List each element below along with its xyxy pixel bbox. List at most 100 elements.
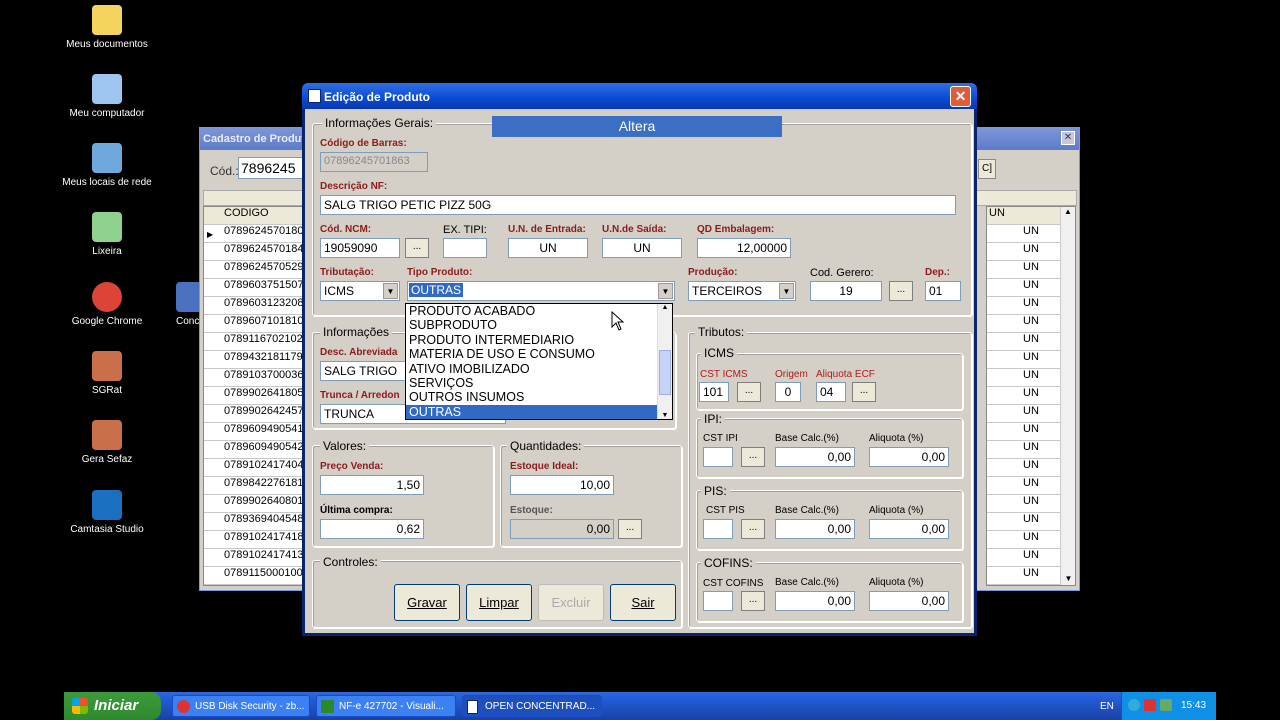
aliquota-ecf-lookup-button[interactable]: ... — [852, 382, 876, 402]
qd-embalagem-field[interactable]: 12,00000 — [697, 238, 791, 258]
table-row[interactable]: 0789902641805 — [204, 387, 302, 405]
desc-abreviada-field[interactable]: SALG TRIGO — [320, 361, 410, 381]
table-row[interactable]: 0789603123208 — [204, 297, 302, 315]
ipi-base-field[interactable]: 0,00 — [775, 447, 855, 467]
producao-select[interactable]: TERCEIROS ▼ — [688, 281, 796, 301]
dropdown-option[interactable]: MATERIA DE USO E CONSUMO — [406, 347, 658, 361]
excluir-button[interactable]: Excluir — [538, 584, 604, 621]
table-row[interactable]: 0789842276181 — [204, 477, 302, 495]
language-indicator[interactable]: EN — [1100, 701, 1114, 712]
cst-ipi-lookup-button[interactable]: ... — [741, 447, 765, 467]
table-row[interactable]: 0789102417413 — [204, 549, 302, 567]
estoque-lookup-button[interactable]: ... — [618, 519, 642, 539]
bg-grid-codes[interactable]: CODIGO ▶ 0789624570180 0789624570184 078962… — [203, 206, 303, 586]
cofins-base-field[interactable]: 0,00 — [775, 591, 855, 611]
table-row[interactable]: 0789624570180 — [204, 225, 302, 243]
dropdown-option[interactable]: OUTROS INSUMOS — [406, 390, 658, 404]
bg-scrollbar[interactable]: ▲ ▼ — [1060, 207, 1075, 585]
scroll-down-icon[interactable]: ▼ — [1061, 574, 1076, 583]
table-row[interactable]: 0789902642457 — [204, 405, 302, 423]
desktop-icon-meus-documentos[interactable]: Meus documentos — [62, 5, 152, 50]
task-usb-disk-security[interactable]: USB Disk Security - zb... — [172, 695, 310, 717]
bg-bracket-button[interactable]: C] — [978, 159, 996, 179]
task-nfe-viewer[interactable]: NF-e 427702 - Visuali... — [316, 695, 456, 717]
tipo-produto-select[interactable]: OUTRAS ▼ — [407, 281, 675, 301]
origem-field[interactable]: 0 — [775, 382, 801, 402]
cst-cofins-field[interactable] — [703, 591, 733, 611]
scroll-up-icon[interactable]: ▲ — [658, 304, 672, 316]
pis-base-field[interactable]: 0,00 — [775, 519, 855, 539]
chevron-down-icon[interactable]: ▼ — [658, 283, 673, 299]
table-row[interactable]: 0789609490542 — [204, 441, 302, 459]
scroll-down-icon[interactable]: ▼ — [658, 412, 672, 419]
aliquota-ecf-field[interactable]: 04 — [816, 382, 846, 402]
tributacao-select[interactable]: ICMS ▼ — [320, 281, 400, 301]
cst-icms-lookup-button[interactable]: ... — [737, 382, 761, 402]
table-row[interactable]: 0789102417404 — [204, 459, 302, 477]
dropdown-option[interactable]: PRODUTO INTERMEDIARIO — [406, 333, 658, 347]
close-icon[interactable]: ✕ — [950, 86, 971, 107]
table-row[interactable]: 0789102417418 — [204, 531, 302, 549]
desktop-icon-meu-computador[interactable]: Meu computador — [62, 74, 152, 119]
tray-icon[interactable] — [1128, 699, 1140, 711]
cst-pis-field[interactable] — [703, 519, 733, 539]
dep-field[interactable]: 01 — [925, 281, 961, 301]
desktop-icon-meus-locais-de-rede[interactable]: Meus locais de rede — [62, 143, 152, 188]
bg-cod-input[interactable]: 7896245 — [238, 157, 304, 179]
cst-pis-lookup-button[interactable]: ... — [741, 519, 765, 539]
ncm-lookup-button[interactable]: ... — [405, 238, 429, 258]
sair-button[interactable]: Sair — [610, 584, 676, 621]
table-row[interactable]: 0789902640801 — [204, 495, 302, 513]
preco-venda-field[interactable]: 1,50 — [320, 475, 424, 495]
chevron-down-icon[interactable]: ▼ — [383, 283, 398, 299]
cst-cofins-lookup-button[interactable]: ... — [741, 591, 765, 611]
cst-icms-field[interactable]: 101 — [699, 382, 729, 402]
table-row[interactable]: 0789116702102 — [204, 333, 302, 351]
gravar-button[interactable]: Gravar — [394, 584, 460, 621]
clock[interactable]: 15:43 — [1181, 700, 1206, 711]
network-icon[interactable] — [1160, 699, 1172, 711]
ncm-field[interactable]: 19059090 — [320, 238, 400, 258]
table-cell-un[interactable]: UN — [987, 585, 1075, 586]
desktop-icon-lixeira[interactable]: Lixeira — [62, 212, 152, 257]
table-row[interactable]: 0789103700036 — [204, 369, 302, 387]
table-row[interactable]: 0789115000100 — [204, 567, 302, 585]
desktop-icon-google-chrome[interactable]: Google Chrome — [62, 282, 152, 327]
un-entrada-field[interactable]: UN — [508, 238, 588, 258]
dropdown-option[interactable]: ATIVO IMOBILIZADO — [406, 362, 658, 376]
scroll-up-icon[interactable]: ▲ — [1061, 207, 1075, 216]
tray-icon[interactable] — [1144, 699, 1156, 711]
dropdown-option[interactable]: OUTRAS — [406, 404, 658, 419]
col-codigo-header[interactable]: CODIGO — [204, 207, 302, 225]
dropdown-scrollbar[interactable]: ▲ ▼ — [657, 304, 672, 419]
table-row[interactable]: 0789432181179 — [204, 351, 302, 369]
table-row[interactable]: 0789369404548 — [204, 513, 302, 531]
cst-ipi-field[interactable] — [703, 447, 733, 467]
dropdown-option[interactable]: SERVIÇOS — [406, 376, 658, 390]
ex-tipi-field[interactable] — [443, 238, 487, 258]
table-row[interactable]: 0789624570184 — [204, 243, 302, 261]
table-row[interactable]: 0789607101810 — [204, 315, 302, 333]
start-button[interactable]: Iniciar — [64, 692, 161, 720]
chevron-down-icon[interactable]: ▼ — [779, 283, 794, 299]
bg-close-icon[interactable]: ✕ — [1061, 131, 1075, 145]
table-row[interactable]: 0789115000101 — [204, 585, 302, 586]
table-row[interactable]: 0789609490541 — [204, 423, 302, 441]
table-row[interactable]: 0789603751507 — [204, 279, 302, 297]
task-open-concentrador[interactable]: OPEN CONCENTRAD... — [462, 695, 602, 717]
ipi-aliquota-field[interactable]: 0,00 — [869, 447, 949, 467]
descricao-field[interactable]: SALG TRIGO PETIC PIZZ 50G — [320, 195, 956, 215]
un-saida-field[interactable]: UN — [602, 238, 682, 258]
desktop-icon-sgrat[interactable]: SGRat — [62, 351, 152, 396]
cofins-aliquota-field[interactable]: 0,00 — [869, 591, 949, 611]
pis-aliquota-field[interactable]: 0,00 — [869, 519, 949, 539]
cod-gerero-field[interactable]: 19 — [810, 281, 882, 301]
tipo-produto-dropdown-list[interactable]: ▲ ▼ PRODUTO ACABADO SUBPRODUTO PRODUTO INT… — [405, 303, 673, 420]
ultima-compra-field[interactable]: 0,62 — [320, 519, 424, 539]
estoque-ideal-field[interactable]: 10,00 — [510, 475, 614, 495]
limpar-button[interactable]: Limpar — [466, 584, 532, 621]
codigo-barras-field[interactable]: 07896245701863 — [320, 152, 428, 172]
desktop-icon-gera-sefaz[interactable]: Gera Sefaz — [62, 420, 152, 465]
desktop-icon-camtasia-studio[interactable]: Camtasia Studio — [62, 490, 152, 535]
cod-gerero-lookup-button[interactable]: ... — [889, 281, 913, 301]
